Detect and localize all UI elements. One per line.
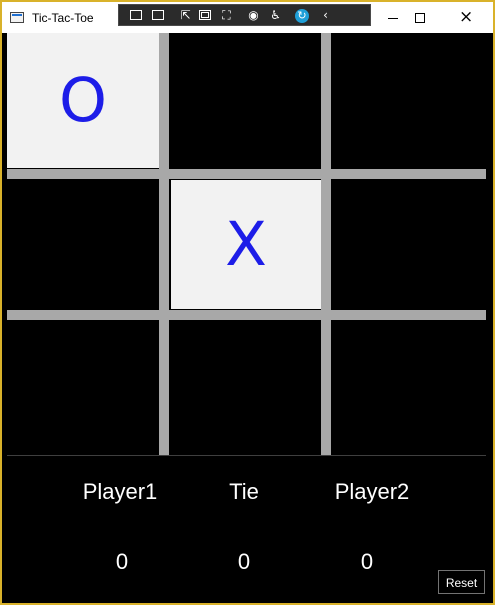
cell-mark: O — [58, 65, 107, 136]
display-layout-adorners-icon[interactable] — [197, 8, 214, 23]
player1-label: Player1 — [82, 479, 158, 504]
collapse-arrow-icon[interactable]: ‹ — [317, 8, 334, 23]
board-cell-3[interactable] — [332, 33, 486, 168]
board-horizontal-line-2 — [7, 310, 486, 320]
board-vertical-line-2 — [321, 33, 331, 455]
window-title: Tic-Tac-Toe — [32, 11, 94, 25]
scoreboard: Player1 Tie Player2 0 0 0 — [2, 456, 493, 603]
close-button[interactable]: × — [442, 2, 487, 33]
board-vertical-line-1 — [159, 33, 169, 455]
board-cell-8[interactable] — [171, 321, 321, 455]
app-window-icon — [10, 12, 24, 23]
board-cell-4[interactable] — [7, 180, 159, 309]
select-element-icon[interactable]: ⇱ — [177, 8, 194, 23]
board-cell-6[interactable] — [332, 180, 486, 309]
track-focus-icon[interactable]: ⛶ — [218, 8, 235, 23]
tic-tac-toe-board: O X — [7, 33, 486, 455]
maximize-button[interactable] — [397, 2, 442, 33]
hot-reload-icon[interactable]: ↻ — [294, 8, 311, 23]
debug-toolbar: ⇱ ⛶ ◉ ♿ ↻ ‹ — [118, 4, 371, 26]
maximize-icon — [415, 13, 425, 23]
player2-score: 0 — [360, 549, 374, 574]
close-icon: × — [459, 7, 474, 27]
board-cell-5[interactable]: X — [171, 180, 321, 309]
accessibility-icon[interactable]: ♿ — [267, 8, 284, 23]
tie-label: Tie — [229, 479, 259, 504]
board-cell-2[interactable] — [171, 33, 321, 168]
binding-failures-icon[interactable]: ◉ — [245, 8, 262, 23]
tie-score: 0 — [237, 549, 251, 574]
live-tree-icon[interactable] — [128, 8, 145, 23]
video-icon[interactable] — [150, 8, 167, 23]
board-horizontal-line-1 — [7, 169, 486, 179]
reset-button[interactable]: Reset — [438, 570, 485, 594]
player2-label: Player2 — [334, 479, 410, 504]
board-cell-7[interactable] — [7, 321, 159, 455]
app-window: Tic-Tac-Toe ⇱ ⛶ ◉ ♿ ↻ ‹ × O X Player1 Ti… — [0, 0, 495, 605]
player1-score: 0 — [115, 549, 129, 574]
board-cell-1[interactable]: O — [7, 33, 159, 168]
title-bar[interactable]: Tic-Tac-Toe ⇱ ⛶ ◉ ♿ ↻ ‹ × — [2, 2, 493, 33]
board-cell-9[interactable] — [332, 321, 486, 455]
cell-mark: X — [225, 209, 267, 280]
